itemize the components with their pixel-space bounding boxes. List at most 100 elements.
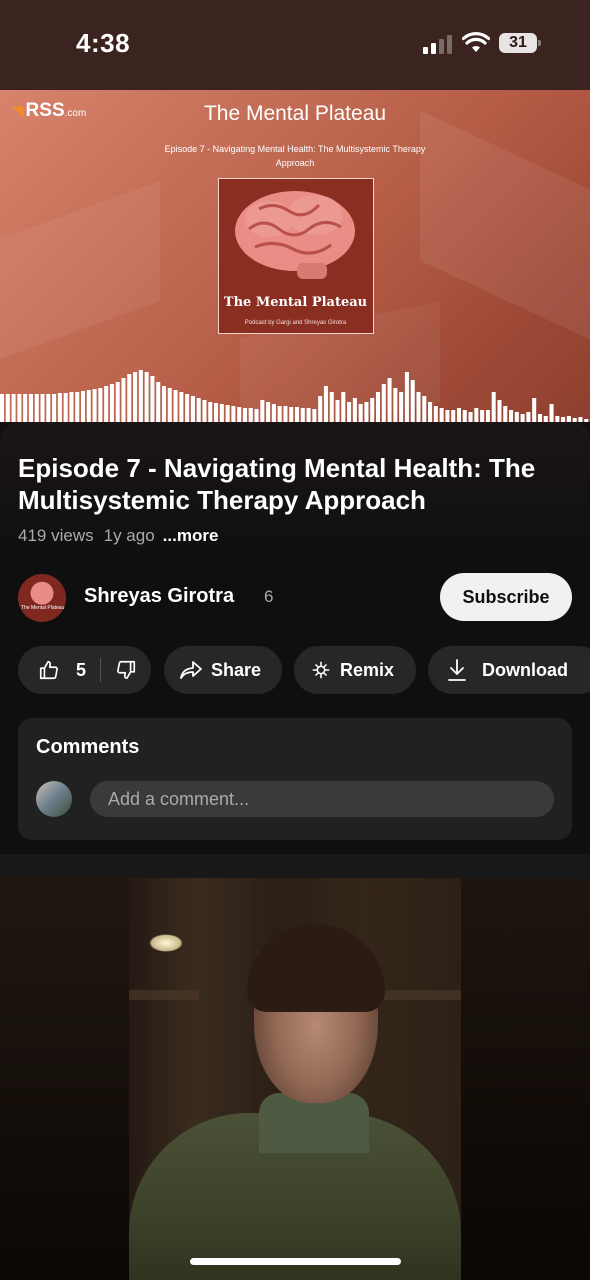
video-title: Episode 7 - Navigating Mental Health: Th… [18, 453, 536, 515]
waveform-bar [468, 412, 473, 422]
waveform-bar [289, 407, 294, 422]
waveform-bar [138, 370, 143, 422]
waveform-bar [40, 394, 45, 422]
waveform-bar [237, 407, 242, 422]
waveform-bar [387, 378, 392, 422]
waveform-bar [283, 406, 288, 422]
waveform-bar [225, 405, 230, 422]
waveform-bar [375, 392, 381, 422]
view-count: 419 views [18, 526, 94, 545]
shelf [384, 990, 461, 1000]
waveform-bar [144, 372, 149, 422]
waveform-bar [121, 378, 126, 422]
waveform-bar [416, 392, 421, 422]
thumbs-down-icon[interactable] [115, 659, 137, 681]
status-time: 4:38 [76, 28, 131, 58]
home-indicator[interactable] [190, 1258, 401, 1265]
waveform-bar [335, 400, 340, 422]
waveform-bar [549, 404, 554, 422]
waveform-bar [219, 404, 224, 422]
comments-section[interactable]: Comments Add a comment... [18, 718, 572, 840]
waveform-bar [462, 410, 467, 422]
waveform-bar [381, 384, 386, 422]
waveform-bar [5, 394, 10, 422]
waveform-bar [341, 392, 346, 422]
waveform-bar [127, 374, 132, 422]
waveform-bar [133, 372, 138, 422]
audio-waveform [0, 370, 589, 422]
more-link[interactable]: ...more [163, 526, 219, 545]
waveform-bar [532, 398, 537, 422]
waveform-bar [156, 382, 161, 422]
waveform-bar [520, 414, 525, 422]
waveform-bar [63, 393, 68, 422]
waveform-bar [318, 396, 323, 422]
waveform-bar [277, 406, 282, 422]
waveform-bar [456, 408, 462, 422]
waveform-bar [347, 402, 352, 422]
waveform-bar [433, 406, 438, 422]
wifi-icon [462, 32, 490, 52]
blurred-background-left [0, 878, 129, 1280]
waveform-bar [115, 382, 120, 422]
channel-avatar-text: The Mental Plateau [21, 605, 65, 611]
waveform-bar [161, 386, 167, 422]
waveform-bar [439, 408, 444, 422]
waveform-bar [185, 394, 190, 422]
waveform-bar [485, 410, 490, 422]
waveform-bar [86, 390, 91, 422]
signal-icon [423, 34, 453, 54]
waveform-bar [69, 392, 74, 422]
waveform-bar [514, 412, 519, 422]
waveform-bar [491, 392, 496, 422]
waveform-bar [312, 409, 317, 422]
waveform-bar [584, 419, 589, 422]
waveform-bar [329, 392, 334, 422]
waveform-bar [179, 392, 184, 422]
waveform-bar [358, 404, 363, 422]
waveform-bar [173, 390, 178, 422]
waveform-bar [242, 408, 247, 422]
waveform-bar [271, 404, 276, 422]
waveform-bar [323, 386, 328, 422]
next-video-preview[interactable] [0, 878, 590, 1280]
upload-age: 1y ago [103, 526, 155, 545]
thumbs-up-icon[interactable] [38, 659, 60, 681]
video-meta[interactable]: 419 views 1y ago ...more [18, 526, 218, 546]
waveform-bar [208, 402, 213, 422]
waveform-bar [202, 400, 207, 422]
waveform-bar [190, 396, 195, 422]
share-button[interactable]: Share [164, 646, 282, 694]
remix-icon [312, 661, 330, 679]
waveform-bar [352, 398, 357, 422]
channel-avatar[interactable]: The Mental Plateau [18, 574, 66, 622]
waveform-bar [34, 394, 39, 422]
share-label: Share [211, 659, 262, 680]
add-comment-input[interactable]: Add a comment... [90, 781, 554, 817]
action-bar: 5 Share Remix Download [18, 646, 590, 694]
video-player[interactable]: ◥ RSS.com The Mental Plateau Episode 7 - … [0, 90, 590, 422]
download-label: Download [482, 659, 568, 680]
waveform-bar [75, 392, 80, 422]
waveform-bar [17, 394, 22, 422]
subscribe-button[interactable]: Subscribe [440, 573, 572, 621]
waveform-bar [231, 406, 236, 422]
waveform-bar [399, 392, 404, 422]
blurred-background-right [461, 878, 590, 1280]
like-count: 5 [76, 659, 87, 680]
waveform-bar [306, 408, 311, 422]
waveform-bar [404, 372, 409, 422]
waveform-bar [92, 389, 97, 422]
like-dislike-pill: 5 [18, 646, 151, 694]
remix-button[interactable]: Remix [294, 646, 416, 694]
waveform-bar [196, 398, 201, 422]
waveform-bar [150, 376, 155, 422]
waveform-bar [422, 396, 427, 422]
lamp-light [149, 934, 183, 952]
waveform-bar [46, 394, 51, 422]
waveform-bar [260, 400, 265, 422]
download-button[interactable]: Download [428, 646, 590, 694]
channel-name[interactable]: Shreyas Girotra [84, 585, 234, 608]
waveform-bar [451, 410, 456, 422]
channel-row: The Mental Plateau Shreyas Girotra 6 Sub… [18, 573, 572, 622]
